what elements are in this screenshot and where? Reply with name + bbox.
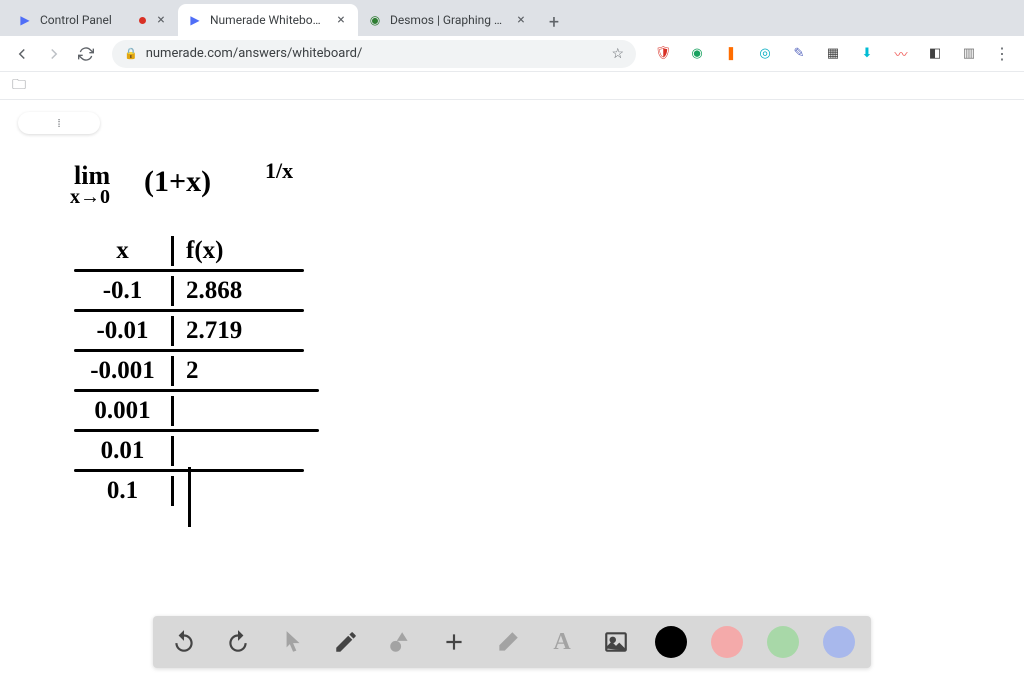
ext-icon-10[interactable]: ▥: [960, 45, 978, 63]
lim-subscript: x→0: [70, 185, 110, 209]
tab-numerade[interactable]: ▶ Numerade Whiteboard ×: [178, 4, 358, 36]
cell-x: 0.01: [74, 436, 174, 466]
color-red[interactable]: [711, 626, 743, 658]
ext-icon-1[interactable]: 🛡: [654, 45, 672, 63]
close-icon[interactable]: ×: [514, 13, 528, 27]
cell-fx: 2.868: [174, 276, 294, 306]
limit-equation: lim x→0 (1+x) 1/x: [70, 160, 319, 214]
value-table: x f(x) -0.1 2.868 -0.01 2.719 -0.001 2 0…: [74, 232, 319, 509]
table-row: -0.001 2: [74, 352, 319, 389]
ext-icon-9[interactable]: ◧: [926, 45, 944, 63]
header-x: x: [74, 236, 174, 266]
cell-x: 0.1: [74, 476, 174, 506]
table-row: -0.1 2.868: [74, 272, 319, 309]
ext-icon-8[interactable]: 〰: [892, 45, 910, 63]
new-tab-button[interactable]: +: [540, 8, 568, 36]
tab-desmos[interactable]: ◉ Desmos | Graphing Calculator ×: [358, 4, 538, 36]
lock-icon: 🔒: [124, 47, 138, 60]
ext-icon-4[interactable]: ◎: [756, 45, 774, 63]
lim-exponent: 1/x: [265, 158, 293, 184]
table-vertical-ext: [188, 467, 191, 527]
back-button[interactable]: [8, 40, 36, 68]
ext-icon-2[interactable]: ◉: [688, 45, 706, 63]
whiteboard-toolbar: A: [153, 616, 871, 668]
table-row: 0.01: [74, 432, 319, 469]
url-text: numerade.com/answers/whiteboard/: [146, 46, 363, 61]
table-header: x f(x): [74, 232, 319, 269]
bookmarks-bar: 🗀: [0, 72, 1024, 100]
tab-title: Numerade Whiteboard: [210, 13, 326, 27]
tab-control-panel[interactable]: ▶ Control Panel ×: [8, 4, 178, 36]
table-row: 0.001: [74, 392, 319, 429]
tab-strip: ▶ Control Panel × ▶ Numerade Whiteboard …: [0, 0, 1024, 36]
pointer-tool[interactable]: [277, 627, 307, 657]
desmos-icon: ◉: [368, 13, 382, 27]
collapse-button[interactable]: ⁞: [18, 112, 100, 134]
close-icon[interactable]: ×: [154, 13, 168, 27]
color-black[interactable]: [655, 626, 687, 658]
cell-x: -0.01: [74, 316, 174, 346]
url-bar[interactable]: 🔒 numerade.com/answers/whiteboard/ ☆: [112, 40, 636, 68]
ext-icon-7[interactable]: ⬇: [858, 45, 876, 63]
table-row: 0.1: [74, 472, 319, 509]
pencil-tool[interactable]: [331, 627, 361, 657]
menu-button[interactable]: ⋮: [988, 40, 1016, 68]
cell-x: -0.1: [74, 276, 174, 306]
handwriting-area: lim x→0 (1+x) 1/x x f(x) -0.1 2.868 -0.0…: [70, 160, 319, 509]
cell-x: -0.001: [74, 356, 174, 386]
shapes-tool[interactable]: [385, 627, 415, 657]
triangle-icon: ▶: [188, 13, 202, 27]
cell-fx: 2.719: [174, 316, 294, 346]
forward-button[interactable]: [40, 40, 68, 68]
table-row: -0.01 2.719: [74, 312, 319, 349]
tab-title: Control Panel: [40, 13, 131, 27]
eraser-tool[interactable]: [493, 627, 523, 657]
lim-expression: (1+x): [144, 164, 211, 200]
ext-icon-6[interactable]: ▦: [824, 45, 842, 63]
recording-indicator-icon: [139, 17, 146, 24]
add-tool[interactable]: [439, 627, 469, 657]
star-icon[interactable]: ☆: [611, 46, 624, 62]
ext-icon-5[interactable]: ✎: [790, 45, 808, 63]
cell-x: 0.001: [74, 396, 174, 426]
nav-bar: 🔒 numerade.com/answers/whiteboard/ ☆ 🛡 ◉…: [0, 36, 1024, 72]
cell-fx: 2: [174, 356, 294, 386]
text-tool[interactable]: A: [547, 627, 577, 657]
ext-icon-3[interactable]: ❚: [722, 45, 740, 63]
folder-icon[interactable]: 🗀: [12, 74, 26, 98]
triangle-icon: ▶: [18, 13, 32, 27]
header-fx: f(x): [174, 236, 294, 266]
color-green[interactable]: [767, 626, 799, 658]
undo-button[interactable]: [169, 627, 199, 657]
reload-button[interactable]: [72, 40, 100, 68]
close-icon[interactable]: ×: [334, 13, 348, 27]
content-area: ⁞ lim x→0 (1+x) 1/x x f(x) -0.1 2.868 -0…: [0, 100, 1024, 684]
tab-title: Desmos | Graphing Calculator: [390, 13, 506, 27]
color-blue[interactable]: [823, 626, 855, 658]
redo-button[interactable]: [223, 627, 253, 657]
image-tool[interactable]: [601, 627, 631, 657]
